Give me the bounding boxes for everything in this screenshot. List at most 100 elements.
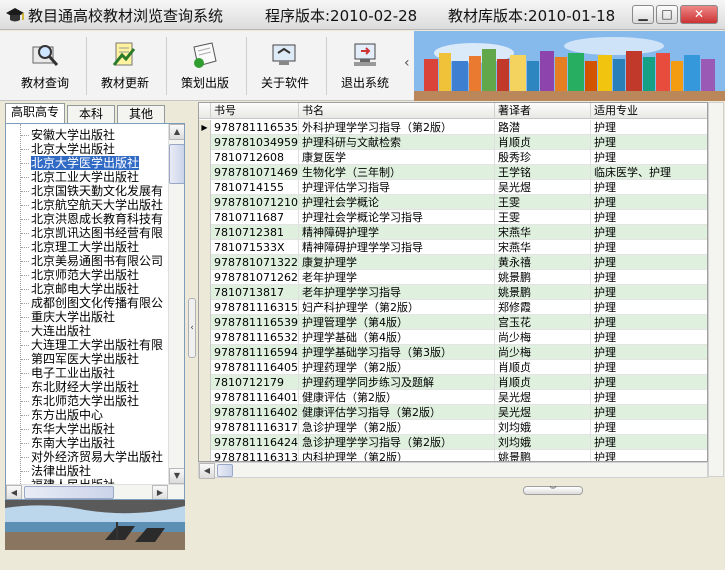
row-indicator — [199, 375, 211, 390]
tree-branch-line — [21, 457, 29, 458]
cell-major: 护理 — [591, 375, 707, 390]
tree-branch-line — [21, 247, 29, 248]
tree-connector — [20, 124, 21, 484]
table-row[interactable]: 781071381​7 老年护理学学习指导 姚景鹏 护理 — [199, 285, 707, 300]
program-version: 程序版本:2010-02-28 — [265, 7, 418, 25]
row-indicator — [199, 135, 211, 150]
cell-isbn: 9787811163155 — [211, 300, 299, 315]
tree-item-label: 北京工业大学出版社 — [31, 170, 140, 184]
tree-item-label: 东华大学出版社 — [31, 422, 116, 436]
table-row[interactable]: 9787811164244 急诊护理学学习指导（第2版） 刘均娥 护理 — [199, 435, 707, 450]
cell-author: 吴光煜 — [495, 405, 591, 420]
tree-branch-line — [21, 415, 29, 416]
table-row[interactable]: 9787810712101 护理社会学概论 王雯 护理 — [199, 195, 707, 210]
scroll-thumb[interactable] — [24, 486, 114, 499]
table-row[interactable]: 781071217​9 护理药理学同步练习及题解 肖顺贞 护理 — [199, 375, 707, 390]
row-indicator — [199, 150, 211, 165]
exit-button[interactable]: 退出系统 — [326, 33, 404, 99]
row-indicator — [199, 360, 211, 375]
scroll-left-arrow[interactable]: ◀ — [6, 485, 22, 499]
table-header: 书号 书名 著译者 适用专业 — [199, 103, 707, 119]
table-horizontal-scrollbar[interactable]: ◀ — [198, 462, 708, 479]
scroll-up-arrow[interactable]: ▲ — [169, 124, 184, 140]
scroll-right-arrow[interactable]: ▶ — [152, 485, 168, 499]
maximize-button[interactable]: □ — [656, 5, 678, 24]
table-row[interactable]: 9787810349598 护理科研与文献检索 肖顺贞 护理 — [199, 135, 707, 150]
table-vertical-scrollbar[interactable] — [708, 102, 724, 477]
cell-title: 康复医学 — [299, 150, 495, 165]
cell-title: 健康评估（第2版） — [299, 390, 495, 405]
row-indicator — [199, 300, 211, 315]
tree-item-label: 北京洪恩成长教育科技有 — [31, 212, 164, 226]
table-row[interactable]: 9787811165395 护理管理学（第4版） 宫玉花 护理 — [199, 315, 707, 330]
beach-photo — [5, 500, 185, 550]
tree-item-label: 电子工业出版社 — [31, 366, 116, 380]
column-header-major[interactable]: 适用专业 — [591, 103, 707, 119]
tree-item-label: 对外经济贸易大学出版社 — [31, 450, 164, 464]
tree-vertical-scrollbar[interactable]: ▲ ▼ — [168, 124, 184, 484]
table-row[interactable]: 9787811163179 急诊护理学（第2版） 刘均娥 护理 — [199, 420, 707, 435]
table-row[interactable]: ▶ 9787811165357 外科护理学学习指导（第2版） 路潜 护理 — [199, 120, 707, 135]
row-indicator — [199, 450, 211, 461]
collapse-bottom-button[interactable]: ︾ — [523, 486, 583, 495]
cell-author: 黄永禧 — [495, 255, 591, 270]
scroll-down-arrow[interactable]: ▼ — [169, 468, 184, 484]
table-row[interactable]: 781071533X 精神障碍护理学学习指导 宋燕华 护理 — [199, 240, 707, 255]
cell-title: 精神障碍护理学学习指导 — [299, 240, 495, 255]
table-row[interactable]: 781071238​1 精神障碍护理学 宋燕华 护理 — [199, 225, 707, 240]
tree-item-label: 东南大学出版社 — [31, 436, 116, 450]
table-row[interactable]: 781071260​8 康复医学 殷秀珍 护理 — [199, 150, 707, 165]
tree-item-label: 北京师范大学出版社 — [31, 268, 140, 282]
table-row[interactable]: 9787810714693 生物化学（三年制） 王学铭 临床医学、护理 — [199, 165, 707, 180]
tree-horizontal-scrollbar[interactable]: ◀ ▶ — [6, 484, 184, 499]
about-button[interactable]: 关于软件 — [246, 33, 324, 99]
row-indicator-header — [199, 103, 211, 119]
scroll-thumb[interactable] — [169, 144, 184, 184]
tree-item-label: 东方出版中心 — [31, 408, 104, 422]
minimize-button[interactable]: ▁ — [632, 5, 654, 24]
tree-branch-line — [21, 317, 29, 318]
tab-other[interactable]: 其他 — [117, 105, 165, 123]
table-row[interactable]: 9787811163155 妇产科护理学（第2版） 郑修霞 护理 — [199, 300, 707, 315]
cell-author: 尚少梅 — [495, 345, 591, 360]
scroll-left-arrow[interactable]: ◀ — [199, 463, 215, 479]
column-header-isbn[interactable]: 书号 — [211, 103, 299, 119]
tab-higher-vocational[interactable]: 高职高专 — [5, 103, 65, 123]
graduation-cap-icon — [6, 8, 24, 22]
cell-title: 生物化学（三年制） — [299, 165, 495, 180]
db-version: 教材库版本:2010-01-18 — [448, 7, 616, 25]
update-book-button[interactable]: 教材更新 — [86, 33, 164, 99]
close-button[interactable]: ✕ — [680, 5, 718, 24]
cell-author: 王雯 — [495, 210, 591, 225]
table-row[interactable]: 9787811163131 内科护理学（第2版） 姚景鹏 护理 — [199, 450, 707, 461]
column-header-author[interactable]: 著译者 — [495, 103, 591, 119]
tree-branch-line — [21, 149, 29, 150]
table-row[interactable]: 9787811165326 护理学基础（第4版） 尚少梅 护理 — [199, 330, 707, 345]
table-row[interactable]: 781071415​5 护理评估学习指导 吴光煜 护理 — [199, 180, 707, 195]
cell-major: 护理 — [591, 255, 707, 270]
scroll-thumb[interactable] — [217, 464, 233, 477]
cell-author: 郑修霞 — [495, 300, 591, 315]
search-book-button[interactable]: 教材查询 — [6, 33, 84, 99]
cell-author: 刘均娥 — [495, 420, 591, 435]
cell-author: 尚少梅 — [495, 330, 591, 345]
table-row[interactable]: 9787811164015 健康评估（第2版） 吴光煜 护理 — [199, 390, 707, 405]
cell-major: 护理 — [591, 135, 707, 150]
table-row[interactable]: 9787811164022 健康评估学习指导（第2版） 吴光煜 护理 — [199, 405, 707, 420]
plan-publish-button[interactable]: 策划出版 — [166, 33, 244, 99]
table-row[interactable]: 9787811165944 护理学基础学习指导（第3版） 尚少梅 护理 — [199, 345, 707, 360]
cell-author: 刘均娥 — [495, 435, 591, 450]
table-row[interactable]: 9787811164053 护理药理学（第2版） 肖顺贞 护理 — [199, 360, 707, 375]
row-indicator — [199, 420, 211, 435]
cell-isbn: 9787811165326 — [211, 330, 299, 345]
toolbar-scroll-arrow[interactable]: ‹ — [404, 55, 410, 71]
cell-isbn: 9787811163131 — [211, 450, 299, 461]
tab-undergraduate[interactable]: 本科 — [67, 105, 115, 123]
about-icon — [272, 44, 296, 65]
column-header-title[interactable]: 书名 — [299, 103, 495, 119]
panel-splitter[interactable]: ‹ — [188, 298, 196, 358]
table-row[interactable]: 9787810713221 康复护理学 黄永禧 护理 — [199, 255, 707, 270]
table-row[interactable]: 9787810712620 老年护理学 姚景鹏 护理 — [199, 270, 707, 285]
table-row[interactable]: 781071168​7 护理社会学概论学习指导 王雯 护理 — [199, 210, 707, 225]
tree-branch-line — [21, 429, 29, 430]
